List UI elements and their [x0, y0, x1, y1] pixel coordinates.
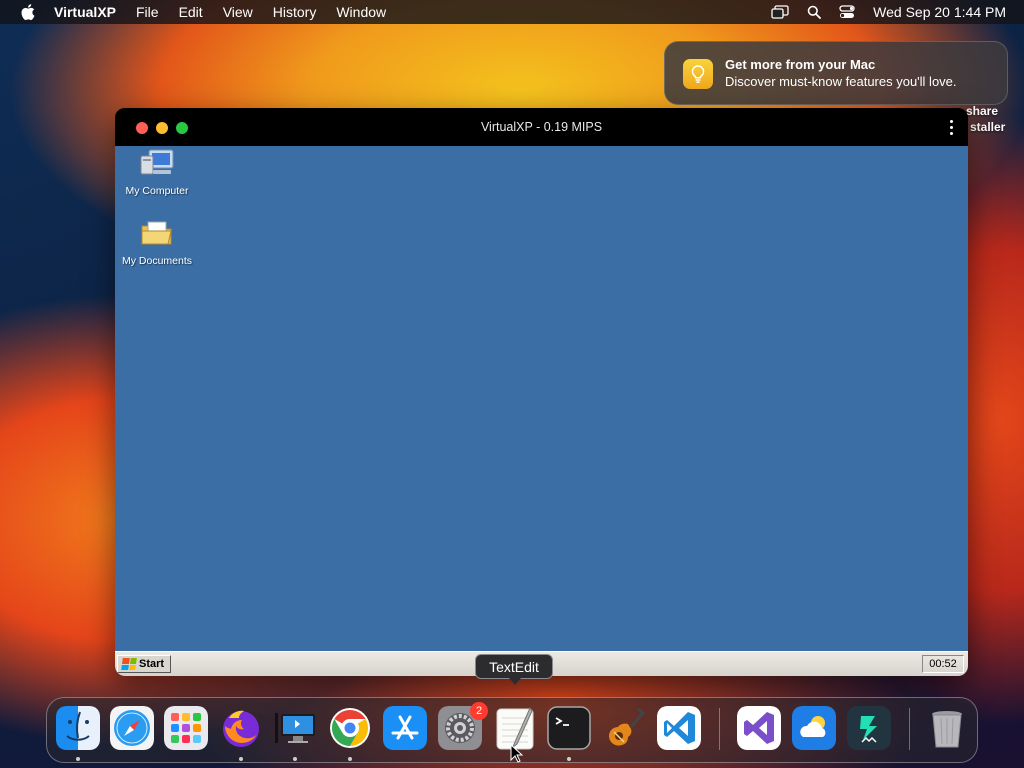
- chrome-icon[interactable]: [328, 706, 372, 750]
- running-indicator: [567, 757, 571, 761]
- screen-mirroring-icon[interactable]: [771, 5, 789, 19]
- more-options-icon[interactable]: [948, 120, 954, 138]
- terminal-icon[interactable]: [547, 706, 591, 750]
- apple-icon[interactable]: [18, 4, 38, 20]
- mouse-cursor-icon: [510, 744, 524, 763]
- launchpad-icon[interactable]: [164, 706, 208, 750]
- spotlight-search-icon[interactable]: [807, 5, 822, 19]
- menu-bar: VirtualXP File Edit View History Window …: [0, 0, 1024, 24]
- dock-separator: [909, 708, 910, 750]
- menu-file[interactable]: File: [136, 4, 159, 20]
- lightbulb-icon: [683, 59, 713, 89]
- visual-studio-icon[interactable]: [737, 706, 781, 750]
- desktop-icon-label: My Documents: [121, 255, 193, 267]
- my-computer-icon: [140, 149, 174, 175]
- running-indicator: [293, 757, 297, 761]
- running-indicator: [348, 757, 352, 761]
- running-indicator: [76, 757, 80, 761]
- remote-desktop-icon[interactable]: [273, 706, 317, 750]
- dock-separator: [719, 708, 720, 750]
- menu-edit[interactable]: Edit: [179, 4, 203, 20]
- weather-icon[interactable]: [792, 706, 836, 750]
- windows-flag-icon: [121, 658, 137, 670]
- my-documents-icon: [141, 221, 172, 245]
- taskbar-clock[interactable]: 00:52: [922, 655, 964, 673]
- trash-icon[interactable]: [925, 706, 969, 750]
- desktop-icon-my-documents[interactable]: My Documents: [115, 218, 199, 267]
- start-button[interactable]: Start: [117, 655, 171, 673]
- notification-badge: 2: [470, 702, 488, 720]
- desktop-item-label[interactable]: staller: [970, 120, 1005, 134]
- virtualxp-window: VirtualXP - 0.19 MIPS My Computer My Doc…: [115, 108, 968, 676]
- notification-title: Get more from your Mac: [725, 57, 876, 72]
- menu-window[interactable]: Window: [336, 4, 386, 20]
- firefox-icon[interactable]: [219, 706, 263, 750]
- start-button-label: Start: [139, 658, 165, 670]
- xp-desktop[interactable]: My Computer My Documents: [115, 146, 968, 651]
- filmora-icon[interactable]: [847, 706, 891, 750]
- vscode-icon[interactable]: [657, 706, 701, 750]
- window-title: VirtualXP - 0.19 MIPS: [480, 120, 603, 134]
- safari-icon[interactable]: [110, 706, 154, 750]
- desktop-item-label[interactable]: share: [966, 104, 998, 118]
- menu-bar-clock[interactable]: Wed Sep 20 1:44 PM: [873, 4, 1006, 20]
- finder-icon[interactable]: [56, 706, 100, 750]
- dock-tooltip: TextEdit: [475, 654, 553, 685]
- control-center-icon[interactable]: [839, 5, 855, 19]
- notification-banner[interactable]: Get more from your Mac Discover must-kno…: [664, 41, 1008, 105]
- running-indicator: [239, 757, 243, 761]
- desktop-icon-label: My Computer: [125, 185, 189, 197]
- menu-view[interactable]: View: [223, 4, 253, 20]
- notification-body: Discover must-know features you'll love.: [725, 74, 957, 89]
- garageband-icon[interactable]: [602, 706, 646, 750]
- app-store-icon[interactable]: [383, 706, 427, 750]
- menu-app-name[interactable]: VirtualXP: [54, 4, 116, 20]
- window-titlebar[interactable]: VirtualXP - 0.19 MIPS: [115, 108, 968, 146]
- desktop-icon-my-computer[interactable]: My Computer: [115, 148, 199, 197]
- menu-history[interactable]: History: [273, 4, 317, 20]
